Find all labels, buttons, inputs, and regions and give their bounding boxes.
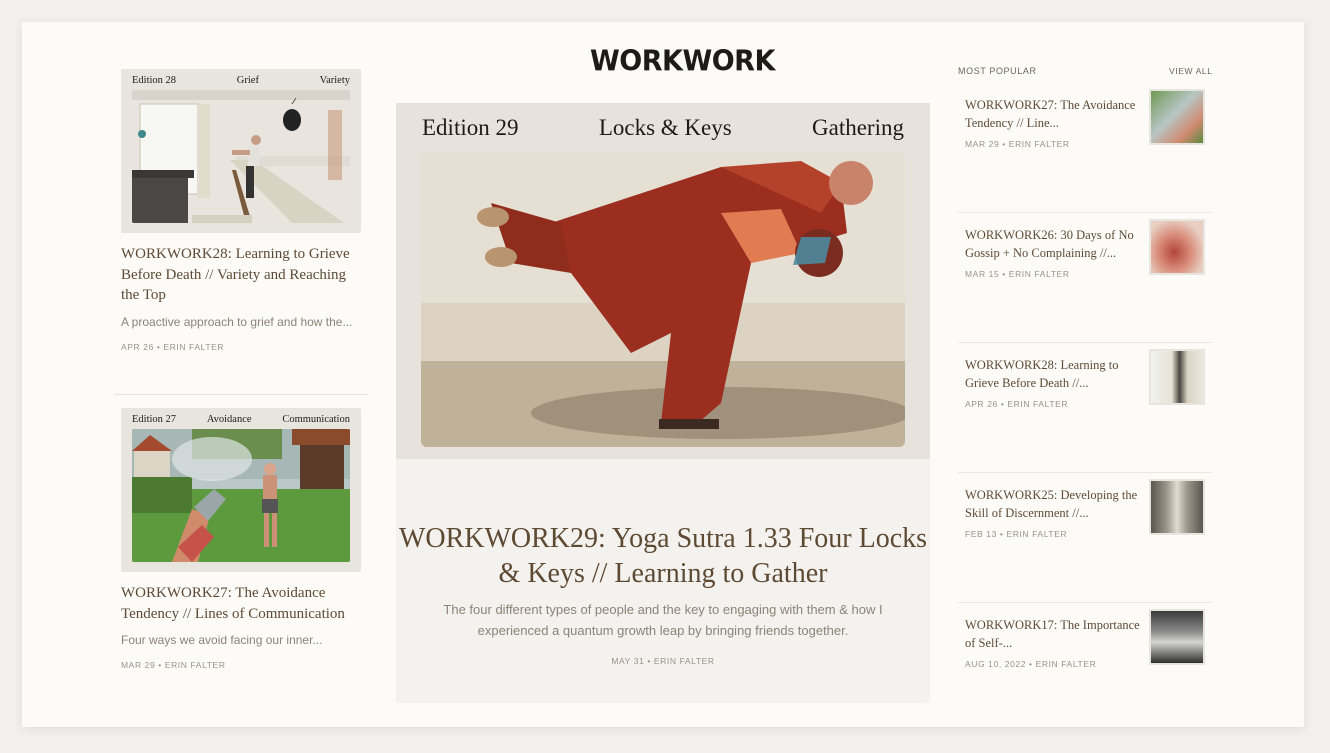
popular-item-title[interactable]: WORKWORK26: 30 Days of No Gossip + No Co… xyxy=(965,227,1143,262)
popular-item[interactable]: WORKWORK26: 30 Days of No Gossip + No Co… xyxy=(958,219,1212,357)
theme-label: Avoidance xyxy=(206,414,252,425)
popular-item-thumbnail[interactable] xyxy=(1149,609,1205,665)
popular-item-meta: MAR 29 • ERIN FALTER xyxy=(965,139,1070,149)
tag-label: Variety xyxy=(319,75,350,86)
item-divider xyxy=(958,472,1212,473)
article-meta: APR 26 • ERIN FALTER xyxy=(121,341,225,352)
article-thumbnail[interactable]: Edition 27 Avoidance Communication xyxy=(121,408,361,572)
popular-item-meta: MAR 15 • ERIN FALTER xyxy=(965,269,1070,279)
featured-photo xyxy=(421,153,905,447)
popular-item-thumbnail[interactable] xyxy=(1149,349,1205,405)
popular-item-thumbnail[interactable] xyxy=(1149,479,1205,535)
popular-item-title[interactable]: WORKWORK27: The Avoidance Tendency // Li… xyxy=(965,97,1143,132)
article-photo xyxy=(132,429,350,562)
item-divider xyxy=(958,212,1212,213)
article-card-edition-27[interactable]: Edition 27 Avoidance Communication WORKW… xyxy=(121,408,361,670)
popular-item-title[interactable]: WORKWORK17: The Importance of Self-... xyxy=(965,617,1143,652)
popular-item-title[interactable]: WORKWORK28: Learning to Grieve Before De… xyxy=(965,357,1143,392)
popular-item-meta: APR 26 • ERIN FALTER xyxy=(965,399,1069,409)
article-title[interactable]: WORKWORK27: The Avoidance Tendency // Li… xyxy=(121,583,361,624)
item-divider xyxy=(958,602,1212,603)
featured-article-meta: MAY 31 • ERIN FALTER xyxy=(611,656,715,666)
column-divider xyxy=(114,394,369,395)
most-popular-heading: MOST POPULAR xyxy=(958,66,1037,76)
tag-label: Gathering xyxy=(812,115,904,140)
popular-item[interactable]: WORKWORK25: Developing the Skill of Disc… xyxy=(958,479,1212,617)
article-meta: MAR 29 • ERIN FALTER xyxy=(121,660,226,670)
article-photo xyxy=(132,90,350,223)
edition-label: Edition 27 xyxy=(132,414,177,425)
article-thumbnail[interactable]: Edition 28 Grief Variety xyxy=(121,69,361,233)
article-excerpt: A proactive approach to grief and how th… xyxy=(121,314,353,329)
item-divider xyxy=(958,342,1212,343)
view-all-link[interactable]: VIEW ALL xyxy=(1169,66,1213,76)
popular-item[interactable]: WORKWORK17: The Importance of Self-... A… xyxy=(958,609,1212,747)
popular-item[interactable]: WORKWORK28: Learning to Grieve Before De… xyxy=(958,349,1212,487)
popular-item-thumbnail[interactable] xyxy=(1149,89,1205,145)
tag-label: Communication xyxy=(282,414,350,425)
popular-item[interactable]: WORKWORK27: The Avoidance Tendency // Li… xyxy=(958,89,1212,227)
featured-article-title[interactable]: WORKWORK29: Yoga Sutra 1.33 Four Locks &… xyxy=(396,521,930,591)
edition-label: Edition 29 xyxy=(422,115,519,140)
popular-item-meta: AUG 10, 2022 • ERIN FALTER xyxy=(965,659,1097,669)
article-card-edition-28[interactable]: Edition 28 Grief Variety WORKWORK28: Lea… xyxy=(121,69,361,352)
article-excerpt: Four ways we avoid facing our inner... xyxy=(121,633,323,647)
article-title[interactable]: WORKWORK28: Learning to Grieve Before De… xyxy=(121,244,361,306)
site-logo[interactable]: WORKWORK xyxy=(590,45,775,78)
popular-item-meta: FEB 13 • ERIN FALTER xyxy=(965,529,1068,539)
popular-item-thumbnail[interactable] xyxy=(1149,219,1205,275)
theme-label: Grief xyxy=(236,75,259,86)
edition-label: Edition 28 xyxy=(132,75,177,86)
featured-thumbnail-header: Edition 29 Locks & Keys Gathering xyxy=(422,115,904,141)
theme-label: Locks & Keys xyxy=(598,115,732,140)
featured-article-excerpt: The four different types of people and t… xyxy=(443,602,883,638)
thumbnail-header: Edition 28 Grief Variety xyxy=(132,73,350,89)
featured-article-card[interactable]: Edition 29 Locks & Keys Gathering WORKWO… xyxy=(396,103,930,703)
featured-thumbnail[interactable]: Edition 29 Locks & Keys Gathering xyxy=(396,103,930,459)
popular-item-title[interactable]: WORKWORK25: Developing the Skill of Disc… xyxy=(965,487,1143,522)
thumbnail-header: Edition 27 Avoidance Communication xyxy=(132,412,350,428)
